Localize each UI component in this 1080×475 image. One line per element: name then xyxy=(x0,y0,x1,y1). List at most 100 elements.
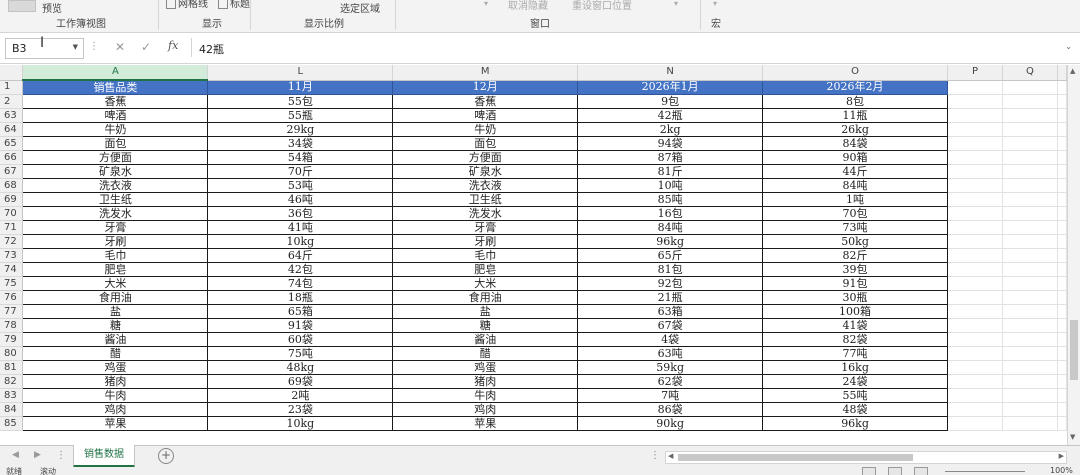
data-cell[interactable]: 16kg xyxy=(762,360,948,375)
empty-cell[interactable] xyxy=(947,164,1003,179)
dropdown-arrow-icon[interactable]: ▾ xyxy=(484,0,488,8)
empty-cell[interactable] xyxy=(1057,402,1067,417)
row-header[interactable]: 2 xyxy=(0,94,24,109)
data-cell[interactable]: 55瓶 xyxy=(207,108,394,123)
empty-cell[interactable] xyxy=(1057,346,1067,361)
data-cell[interactable]: 48kg xyxy=(207,360,394,375)
row-header[interactable]: 77 xyxy=(0,304,24,319)
empty-cell[interactable] xyxy=(1002,234,1058,249)
empty-cell[interactable] xyxy=(1057,136,1067,151)
previous-sheet-icon[interactable]: ◀ xyxy=(12,450,19,460)
horizontal-scroll-thumb[interactable] xyxy=(678,454,913,461)
column-header-o[interactable]: O xyxy=(762,65,948,81)
data-cell[interactable]: 毛巾 xyxy=(22,248,209,263)
empty-cell[interactable] xyxy=(947,234,1003,249)
vertical-scrollbar[interactable]: ▲ ▼ xyxy=(1067,65,1080,445)
empty-cell[interactable] xyxy=(1002,192,1058,207)
data-cell[interactable]: 39包 xyxy=(762,262,948,277)
data-cell[interactable]: 75吨 xyxy=(207,346,394,361)
data-cell[interactable]: 香蕉 xyxy=(392,94,579,109)
data-cell[interactable]: 23袋 xyxy=(207,402,394,417)
data-cell[interactable]: 牛奶 xyxy=(392,122,579,137)
empty-cell[interactable] xyxy=(1057,122,1067,137)
data-cell[interactable]: 69袋 xyxy=(207,374,394,389)
data-cell[interactable]: 100箱 xyxy=(762,304,948,319)
column-header-q[interactable]: Q xyxy=(1002,65,1058,81)
data-cell[interactable]: 41袋 xyxy=(762,318,948,333)
empty-cell[interactable] xyxy=(947,318,1003,333)
zoom-to-selection-button[interactable]: 选定区域 xyxy=(340,0,380,15)
row-header[interactable]: 76 xyxy=(0,290,24,305)
data-cell[interactable]: 70包 xyxy=(762,206,948,221)
data-cell[interactable]: 7吨 xyxy=(577,388,764,403)
empty-cell[interactable] xyxy=(1002,178,1058,193)
data-cell[interactable]: 牙刷 xyxy=(392,234,579,249)
data-cell[interactable]: 50kg xyxy=(762,234,948,249)
row-header[interactable]: 79 xyxy=(0,332,24,347)
reset-window-position-button[interactable]: 重设窗口位置 xyxy=(572,0,632,12)
header-cell-nov[interactable]: 11月 xyxy=(207,79,394,95)
data-cell[interactable]: 面包 xyxy=(392,136,579,151)
data-cell[interactable]: 食用油 xyxy=(392,290,579,305)
empty-cell[interactable] xyxy=(947,346,1003,361)
data-cell[interactable]: 30瓶 xyxy=(762,290,948,305)
normal-view-icon[interactable] xyxy=(862,467,876,475)
data-cell[interactable]: 矿泉水 xyxy=(392,164,579,179)
empty-cell[interactable] xyxy=(947,290,1003,305)
empty-cell[interactable] xyxy=(947,304,1003,319)
data-cell[interactable]: 醋 xyxy=(22,346,209,361)
empty-cell[interactable] xyxy=(947,80,1003,95)
data-cell[interactable]: 9包 xyxy=(577,94,764,109)
data-cell[interactable]: 55吨 xyxy=(762,388,948,403)
row-header[interactable]: 84 xyxy=(0,402,24,417)
data-cell[interactable]: 啤酒 xyxy=(392,108,579,123)
empty-cell[interactable] xyxy=(1002,374,1058,389)
data-cell[interactable]: 大米 xyxy=(392,276,579,291)
empty-cell[interactable] xyxy=(1002,220,1058,235)
row-header[interactable]: 65 xyxy=(0,136,24,151)
empty-cell[interactable] xyxy=(1002,388,1058,403)
data-cell[interactable]: 8包 xyxy=(762,94,948,109)
empty-cell[interactable] xyxy=(947,248,1003,263)
empty-cell[interactable] xyxy=(1057,80,1067,95)
data-cell[interactable]: 方便面 xyxy=(22,150,209,165)
data-cell[interactable]: 牙膏 xyxy=(392,220,579,235)
horizontal-scrollbar[interactable]: ◀ ▶ xyxy=(665,451,1067,464)
empty-cell[interactable] xyxy=(1057,220,1067,235)
zoom-slider[interactable] xyxy=(945,471,1025,472)
data-cell[interactable]: 盐 xyxy=(22,304,209,319)
row-header[interactable]: 81 xyxy=(0,360,24,375)
data-cell[interactable]: 96kg xyxy=(762,416,948,431)
empty-cell[interactable] xyxy=(1057,388,1067,403)
empty-cell[interactable] xyxy=(947,220,1003,235)
empty-cell[interactable] xyxy=(947,150,1003,165)
row-header[interactable]: 75 xyxy=(0,276,24,291)
data-cell[interactable]: 34袋 xyxy=(207,136,394,151)
column-header-p[interactable]: P xyxy=(947,65,1003,81)
data-cell[interactable]: 10kg xyxy=(207,234,394,249)
column-header-n[interactable]: N xyxy=(577,65,764,81)
data-cell[interactable]: 10kg xyxy=(207,416,394,431)
empty-cell[interactable] xyxy=(1057,360,1067,375)
data-cell[interactable]: 2吨 xyxy=(207,388,394,403)
empty-cell[interactable] xyxy=(947,178,1003,193)
empty-cell[interactable] xyxy=(1057,318,1067,333)
data-cell[interactable]: 84袋 xyxy=(762,136,948,151)
empty-cell[interactable] xyxy=(947,402,1003,417)
data-cell[interactable]: 10吨 xyxy=(577,178,764,193)
data-cell[interactable]: 54箱 xyxy=(207,150,394,165)
empty-cell[interactable] xyxy=(1057,276,1067,291)
unhide-button[interactable]: 取消隐藏 xyxy=(508,0,548,12)
data-cell[interactable]: 牙膏 xyxy=(22,220,209,235)
data-cell[interactable]: 洗发水 xyxy=(22,206,209,221)
empty-cell[interactable] xyxy=(1002,108,1058,123)
enter-icon[interactable]: ✓ xyxy=(141,40,151,54)
scroll-down-icon[interactable]: ▼ xyxy=(1070,433,1075,441)
data-cell[interactable]: 87箱 xyxy=(577,150,764,165)
empty-cell[interactable] xyxy=(1002,304,1058,319)
data-cell[interactable]: 48袋 xyxy=(762,402,948,417)
more-sheets-icon[interactable]: ⋮ xyxy=(56,450,66,461)
data-cell[interactable]: 卫生纸 xyxy=(392,192,579,207)
data-cell[interactable]: 鸡蛋 xyxy=(392,360,579,375)
empty-cell[interactable] xyxy=(947,360,1003,375)
